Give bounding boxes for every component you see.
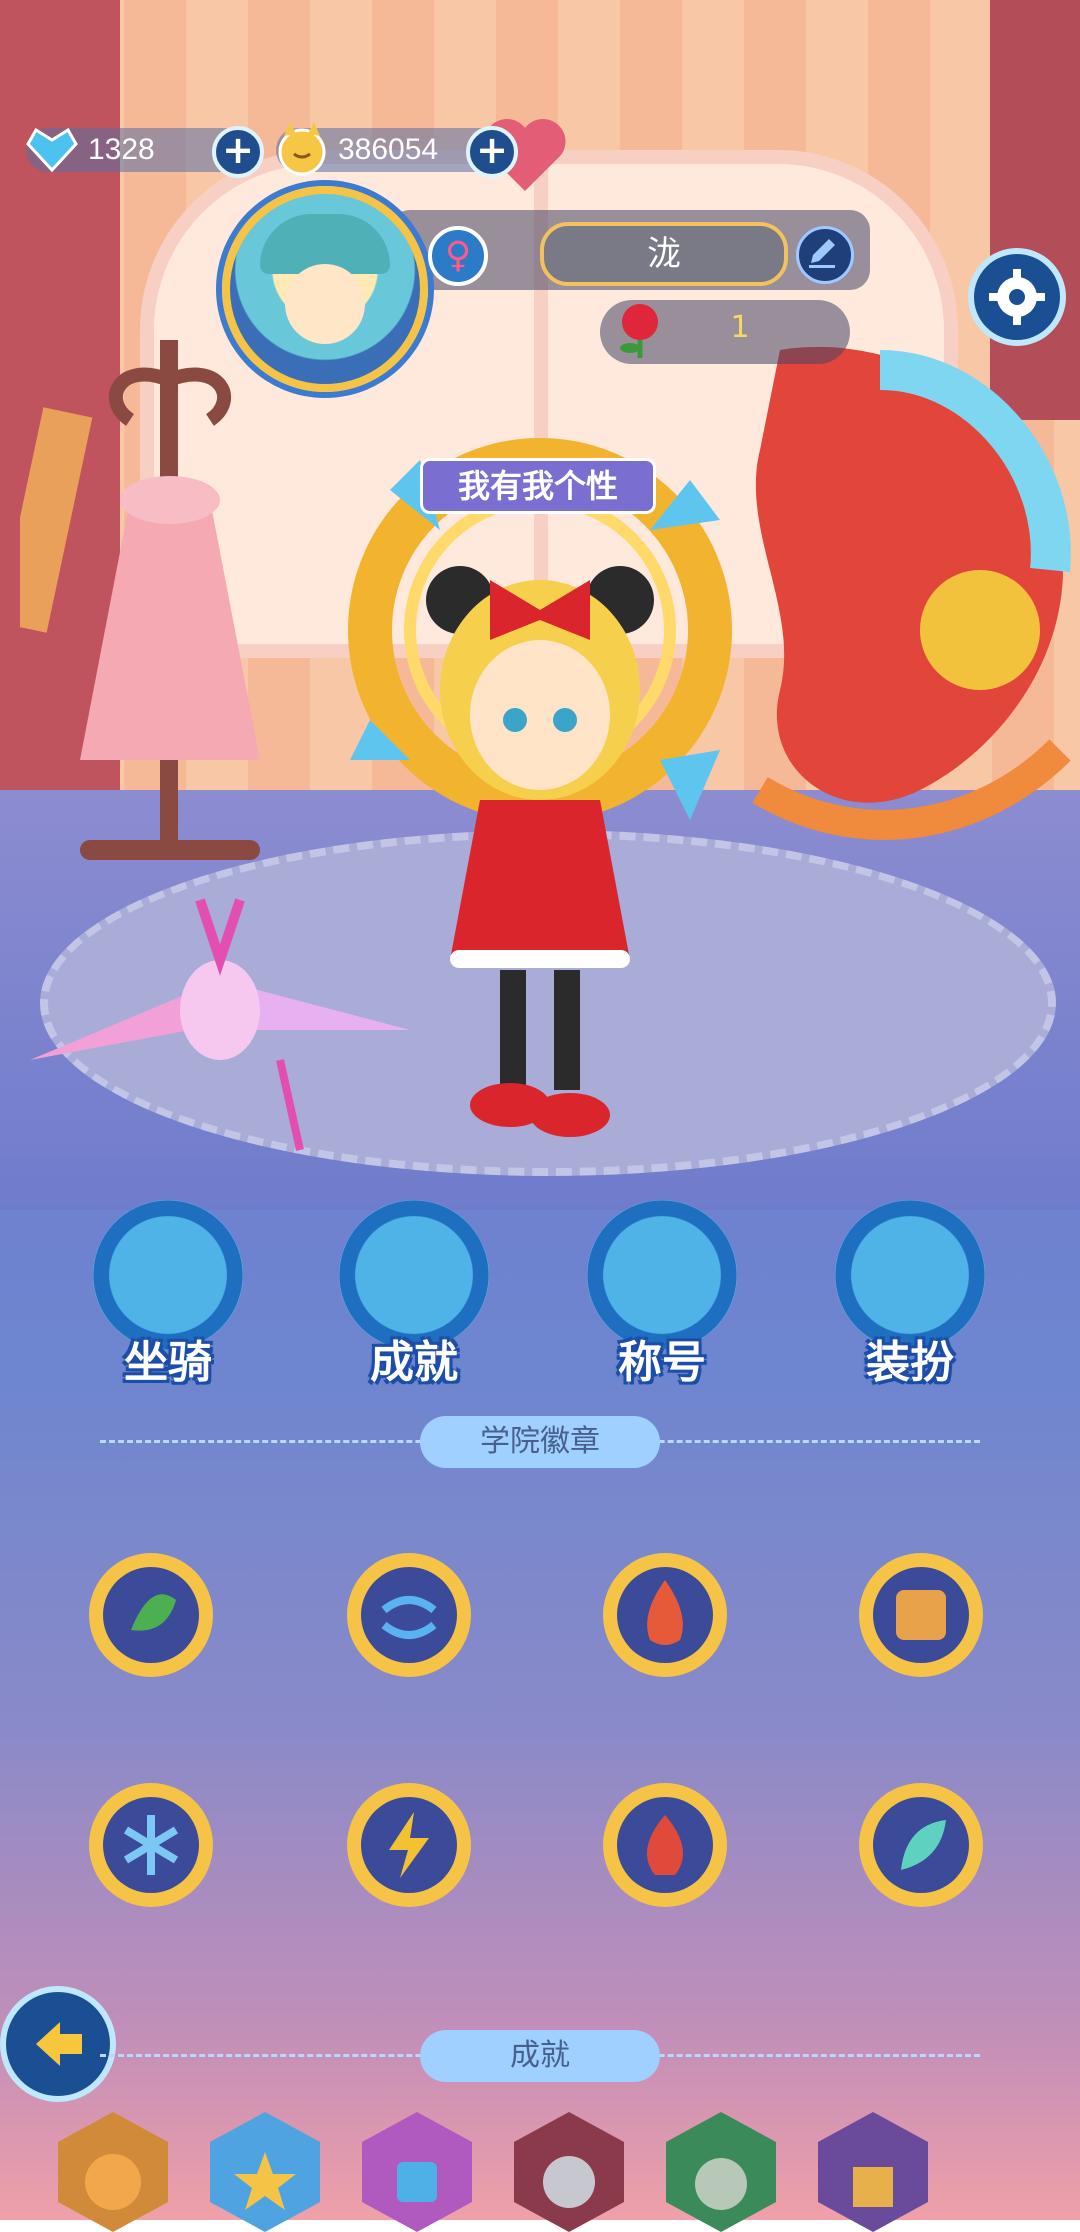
fire-badge-icon[interactable] <box>590 1540 740 1690</box>
dragon-mount-icon <box>752 346 1071 840</box>
settings-button[interactable] <box>968 248 1066 346</box>
achievement-label: 成就 <box>370 1337 458 1388</box>
mount-button[interactable]: 坐骑 <box>88 1200 248 1388</box>
outfit-button[interactable]: 装扮 <box>830 1200 990 1388</box>
thunder-badge-icon[interactable] <box>334 1770 484 1920</box>
back-arrow-icon <box>36 2022 82 2066</box>
fox-achievement-icon[interactable] <box>58 2112 168 2232</box>
star-achievement-icon[interactable] <box>210 2112 320 2232</box>
mount-label: 坐骑 <box>124 1337 212 1388</box>
rose-count: 1 <box>730 310 750 345</box>
achievements-section-title: 成就 <box>420 2030 660 2082</box>
bunny-achievement-icon[interactable] <box>666 2112 776 2232</box>
add-gems-button[interactable]: + <box>212 126 264 178</box>
leaf-badge-icon[interactable] <box>76 1540 226 1690</box>
achievement-button[interactable]: 成就 <box>334 1200 494 1388</box>
player-character-icon <box>426 566 654 1137</box>
outfit-label: 装扮 <box>866 1337 954 1388</box>
title-banner: 我有我个性 <box>420 458 656 514</box>
player-avatar[interactable] <box>222 186 428 392</box>
ice-badge-icon[interactable] <box>76 1770 226 1920</box>
earth-badge-icon[interactable] <box>846 1540 996 1690</box>
coat-rack-icon <box>20 340 260 860</box>
avatar-face <box>285 264 365 344</box>
robot-achievement-icon[interactable] <box>514 2112 624 2232</box>
gender-female-icon: ♀ <box>428 226 488 286</box>
title-label: 称号 <box>618 1337 706 1388</box>
castle-achievement-icon[interactable] <box>818 2112 928 2232</box>
flame-badge-icon[interactable] <box>590 1770 740 1920</box>
gear-icon <box>989 269 1045 325</box>
edit-name-button[interactable] <box>796 226 854 284</box>
player-name: 泷 <box>540 222 788 286</box>
title-button[interactable]: 称号 <box>582 1200 742 1388</box>
dice-achievement-icon[interactable] <box>362 2112 472 2232</box>
gem-icon <box>26 127 78 173</box>
cat-coin-icon <box>278 122 326 176</box>
pet-bird-icon <box>30 898 410 1151</box>
wind-badge-icon[interactable] <box>334 1540 484 1690</box>
wing-badge-icon[interactable] <box>846 1770 996 1920</box>
pencil-icon <box>809 239 835 268</box>
badges-section-title: 学院徽章 <box>420 1416 660 1468</box>
add-coins-button[interactable]: + <box>466 126 518 178</box>
back-button[interactable] <box>0 1986 116 2102</box>
rose-icon <box>620 304 658 358</box>
